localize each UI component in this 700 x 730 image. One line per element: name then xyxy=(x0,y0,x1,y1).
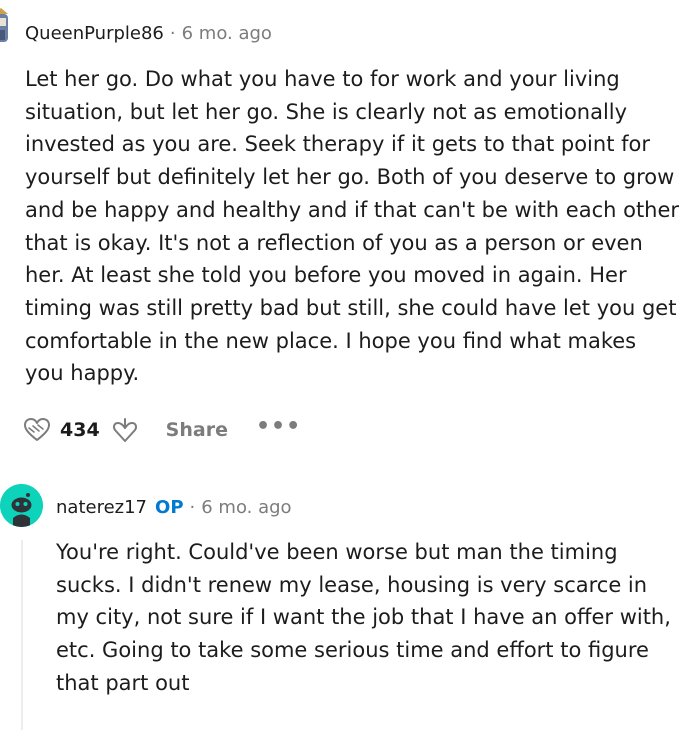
meta-separator: · xyxy=(169,23,176,44)
timestamp-link[interactable]: 6 mo. ago xyxy=(182,23,272,44)
user-avatar[interactable] xyxy=(0,484,43,527)
user-avatar[interactable] xyxy=(0,8,12,46)
comment-meta: QueenPurple86 · 6 mo. ago xyxy=(25,23,272,44)
username-link[interactable]: naterez17 xyxy=(56,497,147,518)
thread-line[interactable] xyxy=(21,540,23,730)
comment-body: Let her go. Do what you have to for work… xyxy=(25,67,680,386)
upvote-heart-icon[interactable] xyxy=(22,415,52,445)
meta-separator: · xyxy=(189,497,196,518)
op-badge: OP xyxy=(155,497,184,518)
downvote-icon[interactable] xyxy=(110,415,140,445)
share-button[interactable]: Share xyxy=(166,419,228,441)
timestamp-link[interactable]: 6 mo. ago xyxy=(201,497,291,518)
snoo-avatar-icon xyxy=(0,484,43,527)
comment-actions: 434 Share ••• xyxy=(22,413,301,447)
comment-meta: naterez17 OP · 6 mo. ago xyxy=(56,497,292,518)
more-options-icon[interactable]: ••• xyxy=(256,414,301,439)
comment-body: You're right. Could've been worse but ma… xyxy=(56,540,671,695)
username-link[interactable]: QueenPurple86 xyxy=(25,23,164,44)
vote-score: 434 xyxy=(60,419,100,441)
